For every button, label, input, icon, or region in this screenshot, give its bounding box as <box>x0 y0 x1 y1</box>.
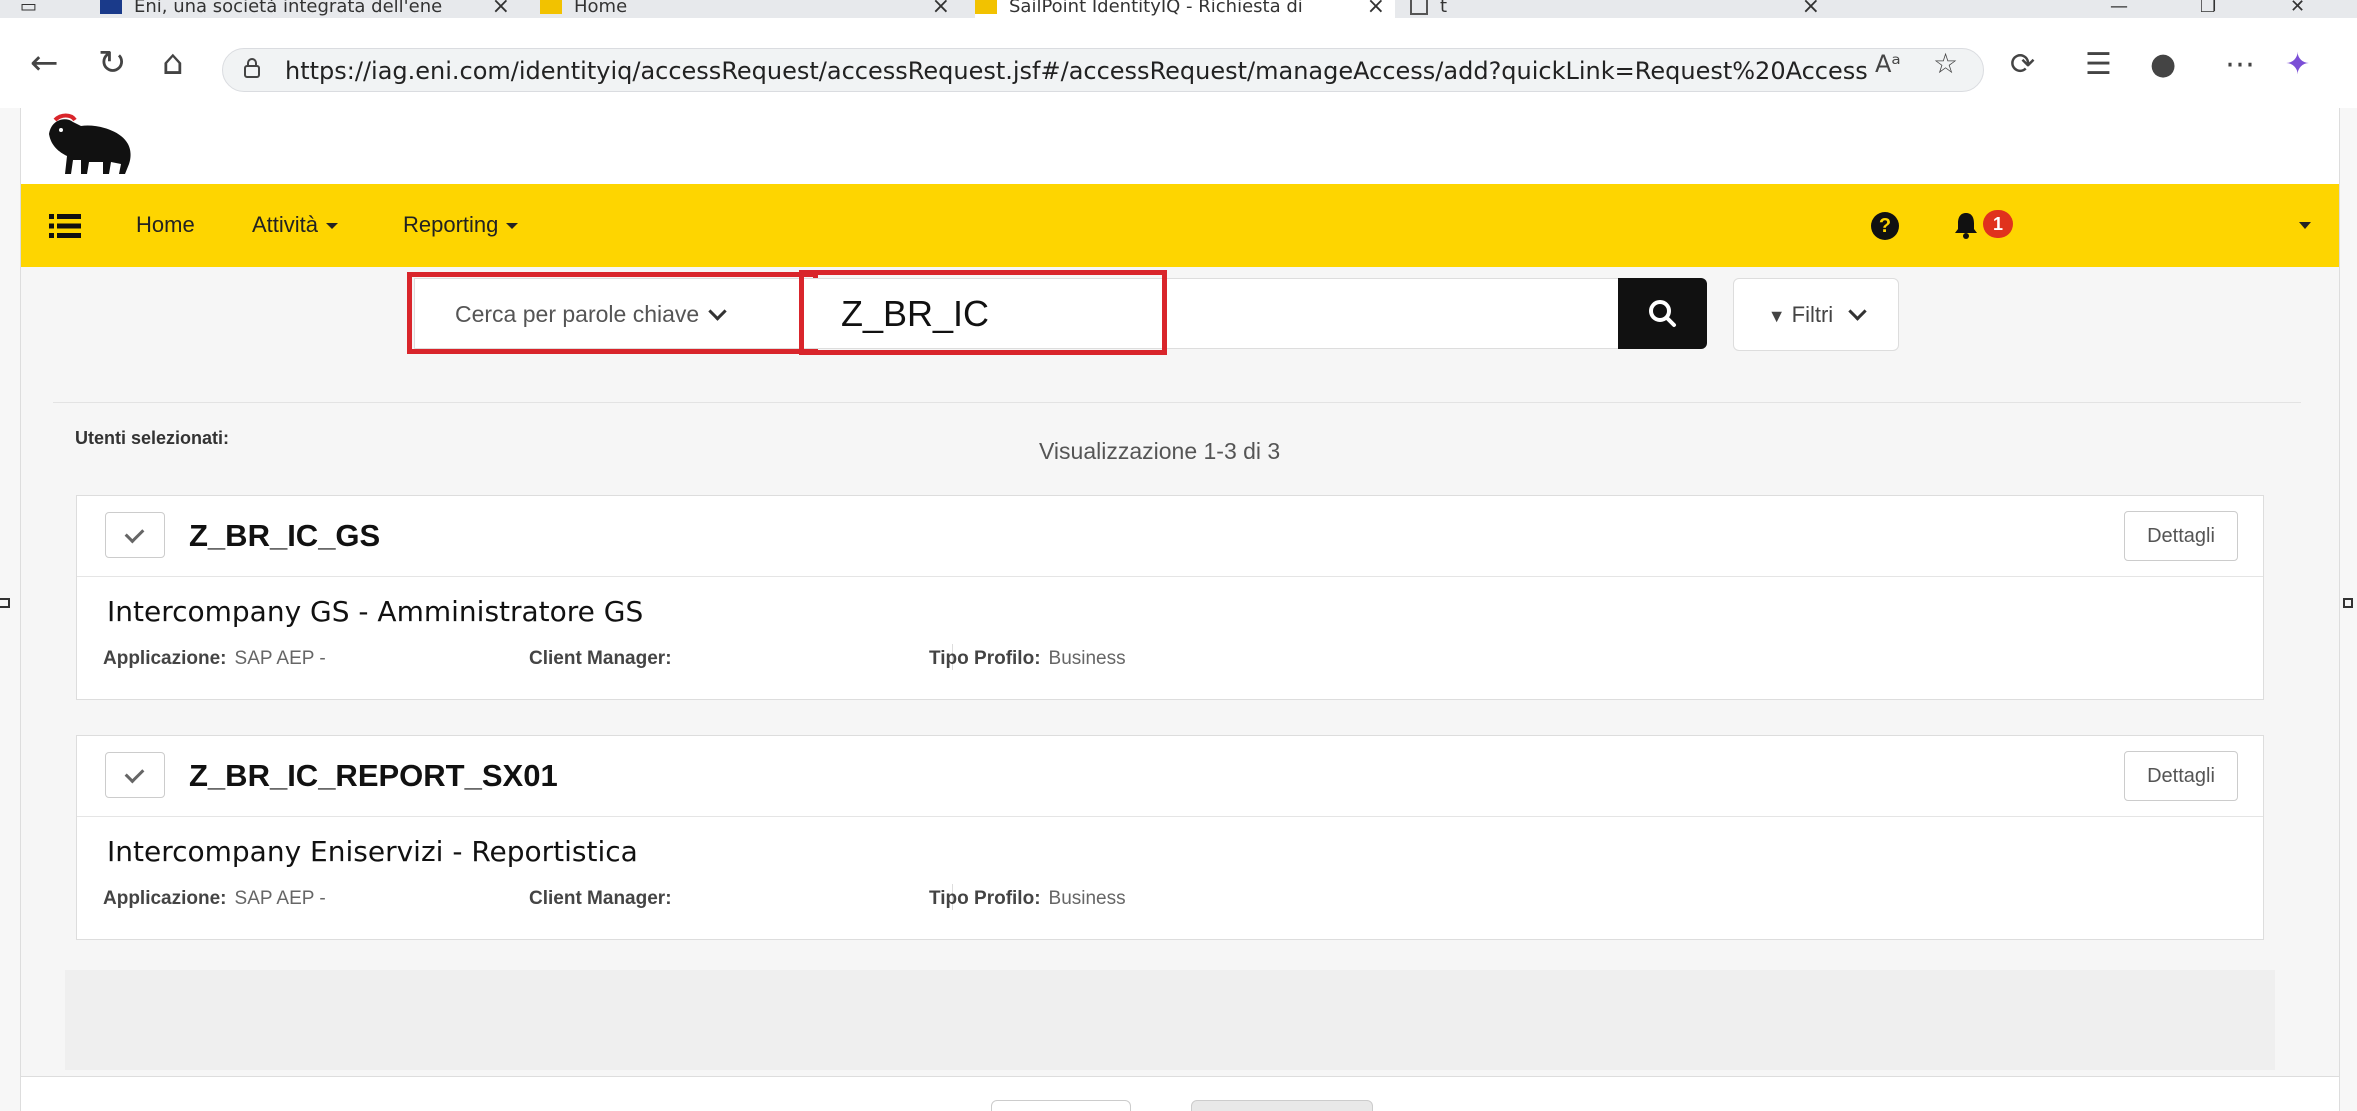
eni-favicon-icon <box>100 0 122 14</box>
favorite-star-icon[interactable]: ☆ <box>1933 47 1958 81</box>
card-header: Z_BR_IC_REPORT_SX01 Dettagli <box>77 736 2263 817</box>
tab-label: Home <box>574 0 628 17</box>
footer-bar <box>21 1076 2339 1111</box>
window-edge-handle-icon <box>0 598 10 608</box>
page-favicon-icon <box>1410 0 1428 15</box>
restore-icon[interactable]: ❐ <box>2200 0 2216 18</box>
tab-label: t <box>1440 0 1448 17</box>
nav-activities[interactable]: Attività <box>252 212 339 238</box>
application-value: SAP AEP - <box>234 648 326 669</box>
result-card: Z_BR_IC_REPORT_SX01 Dettagli Intercompan… <box>76 735 2264 940</box>
close-tab-icon[interactable]: × <box>1802 0 1820 18</box>
eni-favicon-icon <box>975 0 997 14</box>
application-label: Applicazione: <box>103 888 227 909</box>
application-value: SAP AEP - <box>234 888 326 909</box>
menu-list-icon[interactable] <box>49 214 81 238</box>
profile-type-label: Tipo Profilo: <box>929 648 1041 669</box>
role-description: Intercompany GS - Amministratore GS <box>107 595 644 628</box>
main-navbar: Home Attività Reporting ? 1 <box>21 184 2339 267</box>
client-manager-field: Client Manager: <box>529 888 672 910</box>
search-icon <box>1649 300 1676 327</box>
profile-type-value: Business <box>1048 648 1126 669</box>
browser-toolbar: ← ↻ ⌂ https://iag.eni.com/identityiq/acc… <box>0 18 2357 108</box>
select-checkmark-button[interactable] <box>105 752 165 798</box>
browser-tab-eni[interactable]: Eni, una società integrata dell'ene × <box>100 0 520 18</box>
red-highlight-box <box>799 270 1167 355</box>
filters-button[interactable]: ▼ Filtri <box>1733 278 1899 351</box>
copilot-icon[interactable]: ✦ <box>2285 48 2310 82</box>
nav-reporting-label: Reporting <box>403 212 499 237</box>
browser-tab-home[interactable]: Home × <box>540 0 960 18</box>
close-tab-icon[interactable]: × <box>1367 0 1385 18</box>
lock-icon <box>244 58 260 78</box>
tab-label: SailPoint IdentityIQ - Richiesta di <box>1009 0 1303 17</box>
filters-label: Filtri <box>1791 302 1834 327</box>
read-aloud-icon[interactable]: Aᵃ <box>1875 47 1901 81</box>
help-icon[interactable]: ? <box>1871 212 1899 240</box>
bell-icon[interactable] <box>1951 210 1981 240</box>
refresh-icon[interactable]: ↻ <box>98 46 127 80</box>
minimize-icon[interactable]: — <box>2110 0 2128 18</box>
profile-avatar-icon[interactable]: ● <box>2150 48 2176 82</box>
sidebar-toggle-icon[interactable]: ▭ <box>20 0 50 18</box>
filter-funnel-icon: ▼ <box>1767 306 1786 326</box>
details-button[interactable]: Dettagli <box>2124 511 2238 561</box>
chevron-down-icon <box>1848 302 1868 321</box>
eni-dog-logo-icon <box>49 113 131 174</box>
browser-tab-sailpoint[interactable]: SailPoint IdentityIQ - Richiesta di × <box>975 0 1395 18</box>
select-checkmark-button[interactable] <box>105 512 165 558</box>
footer-button[interactable] <box>1191 1100 1373 1111</box>
close-window-icon[interactable]: ✕ <box>2290 0 2305 18</box>
logo-bar <box>21 108 2339 184</box>
browser-tab-4[interactable]: t × <box>1410 0 1830 18</box>
profile-type-field: Tipo Profilo: Business <box>929 648 1126 670</box>
application-field: Applicazione: SAP AEP - <box>103 648 326 670</box>
close-tab-icon[interactable]: × <box>492 0 510 18</box>
client-manager-label: Client Manager: <box>529 888 672 909</box>
role-name: Z_BR_IC_REPORT_SX01 <box>189 758 558 793</box>
role-description: Intercompany Eniservizi - Reportistica <box>107 835 638 868</box>
address-bar[interactable]: https://iag.eni.com/identityiq/accessReq… <box>222 47 1984 92</box>
results-footer-panel <box>65 970 2275 1070</box>
extensions-icon[interactable]: ⟳ <box>2010 48 2035 82</box>
user-menu-caret-icon[interactable] <box>2299 222 2311 229</box>
page-content: Home Attività Reporting ? 1 Cerca per pa… <box>20 108 2340 1111</box>
caret-down-icon <box>326 223 339 230</box>
application-field: Applicazione: SAP AEP - <box>103 888 326 910</box>
results-count: Visualizzazione 1-3 di 3 <box>1039 438 1281 464</box>
nav-activities-label: Attività <box>252 212 319 237</box>
profile-type-value: Business <box>1048 888 1126 909</box>
folder-favicon-icon <box>540 0 562 14</box>
client-manager-field: Client Manager: <box>529 648 672 670</box>
close-tab-icon[interactable]: × <box>932 0 950 18</box>
caret-down-icon <box>506 223 519 230</box>
application-label: Applicazione: <box>103 648 227 669</box>
favorites-icon[interactable]: ☰ <box>2085 48 2112 82</box>
back-icon[interactable]: ← <box>30 46 59 80</box>
nav-reporting[interactable]: Reporting <box>403 212 519 238</box>
selected-users-label: Utenti selezionati: <box>75 428 230 448</box>
profile-type-label: Tipo Profilo: <box>929 888 1041 909</box>
url-text: https://iag.eni.com/identityiq/accessReq… <box>285 57 1868 85</box>
profile-type-field: Tipo Profilo: Business <box>929 888 1126 910</box>
notification-badge: 1 <box>1983 210 2013 238</box>
nav-home[interactable]: Home <box>136 212 195 238</box>
search-button[interactable] <box>1618 278 1707 349</box>
more-icon[interactable]: ⋯ <box>2225 48 2255 82</box>
divider <box>53 402 2301 403</box>
role-name: Z_BR_IC_GS <box>189 518 381 553</box>
footer-button[interactable] <box>991 1100 1131 1111</box>
red-highlight-box <box>407 272 818 354</box>
details-button[interactable]: Dettagli <box>2124 751 2238 801</box>
window-edge-handle-icon <box>2343 598 2353 608</box>
home-icon[interactable]: ⌂ <box>162 46 184 80</box>
client-manager-label: Client Manager: <box>529 648 672 669</box>
tab-label: Eni, una società integrata dell'ene <box>134 0 443 17</box>
result-card: Z_BR_IC_GS Dettagli Intercompany GS - Am… <box>76 495 2264 700</box>
card-header: Z_BR_IC_GS Dettagli <box>77 496 2263 577</box>
browser-tab-strip: ▭ Eni, una società integrata dell'ene × … <box>0 0 2357 18</box>
